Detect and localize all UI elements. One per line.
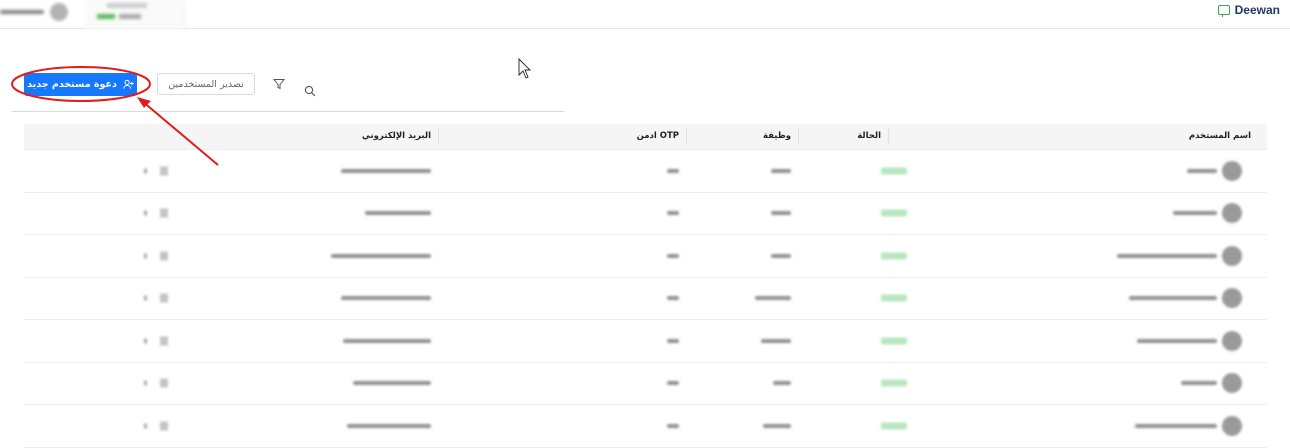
user-avatar (1222, 203, 1242, 224)
account-avatar (50, 3, 68, 21)
role-blurred (771, 253, 791, 258)
otp-admin-blurred (667, 211, 679, 216)
otp-admin-blurred (667, 296, 679, 301)
otp-admin-blurred (667, 253, 679, 258)
role-blurred (763, 423, 791, 428)
account-name-blurred (0, 10, 44, 14)
row-action-icon (144, 338, 147, 344)
search-icon[interactable] (304, 85, 316, 97)
role-blurred (761, 338, 791, 343)
table-header: اسم المستخدم الحالة وظيفة OTP ادمن البري… (24, 124, 1267, 150)
username-blurred (1129, 296, 1217, 301)
row-action-icon (160, 421, 168, 431)
otp-admin-blurred (667, 168, 679, 173)
table-body (24, 150, 1267, 448)
email-blurred (341, 296, 431, 301)
table-row[interactable] (24, 405, 1267, 448)
user-avatar (1222, 288, 1242, 309)
username-blurred (1117, 253, 1217, 258)
email-blurred (341, 168, 431, 173)
table-row[interactable] (24, 235, 1267, 278)
workspace-meta-blurred (119, 14, 141, 19)
status-badge (881, 422, 907, 430)
email-blurred (331, 253, 431, 258)
status-badge (881, 294, 907, 302)
users-table: اسم المستخدم الحالة وظيفة OTP ادمن البري… (24, 124, 1267, 448)
blurred-header-area (0, 0, 185, 29)
role-blurred (771, 168, 791, 173)
brand-name: Deewan (1234, 3, 1280, 17)
row-action-icon (160, 293, 168, 303)
column-header-otp-admin[interactable]: OTP ادمن (637, 129, 688, 143)
table-row[interactable] (24, 363, 1267, 405)
username-blurred (1135, 423, 1217, 428)
column-header-role[interactable]: وظيفة (763, 129, 800, 143)
filter-icon[interactable] (273, 78, 285, 90)
user-avatar (1222, 330, 1242, 351)
table-row[interactable] (24, 320, 1267, 363)
email-blurred (353, 381, 431, 386)
user-avatar (1222, 245, 1242, 266)
user-avatar (1222, 415, 1242, 436)
row-action-icon (160, 336, 168, 346)
role-blurred (771, 211, 791, 216)
row-action-icon (144, 253, 147, 259)
export-users-button[interactable]: تصدير المستخدمين (157, 73, 255, 95)
row-action-icon (144, 295, 147, 301)
user-add-icon (123, 79, 134, 89)
row-action-icon (160, 378, 168, 388)
chat-monitor-icon (1217, 5, 1230, 17)
username-blurred (1137, 338, 1217, 343)
otp-admin-blurred (667, 381, 679, 386)
row-action-icon (144, 210, 147, 216)
row-action-icon (160, 166, 168, 176)
status-badge (881, 252, 907, 260)
workspace-badge-blurred (97, 14, 115, 19)
account-menu[interactable] (0, 3, 70, 21)
otp-admin-blurred (667, 423, 679, 428)
top-bar: Deewan (0, 0, 1290, 29)
invite-user-label: دعوة مستخدم جديد (27, 79, 117, 90)
users-toolbar: دعوة مستخدم جديد تصدير المستخدمين (12, 68, 564, 112)
brand-logo[interactable]: Deewan (1217, 1, 1280, 19)
role-blurred (773, 381, 791, 386)
row-action-icon (144, 380, 147, 386)
status-badge (881, 209, 907, 217)
otp-admin-blurred (667, 338, 679, 343)
username-blurred (1181, 381, 1217, 386)
status-badge (881, 167, 907, 175)
column-header-username[interactable]: اسم المستخدم (1189, 131, 1251, 141)
user-avatar (1222, 373, 1242, 394)
email-blurred (343, 338, 431, 343)
row-action-icon (160, 251, 168, 261)
role-blurred (755, 296, 791, 301)
email-blurred (347, 423, 431, 428)
table-row[interactable] (24, 193, 1267, 235)
column-header-status[interactable]: الحالة (857, 129, 889, 143)
table-row[interactable] (24, 278, 1267, 320)
email-blurred (365, 211, 431, 216)
workspace-card[interactable] (85, 0, 185, 29)
row-action-icon (160, 208, 168, 218)
workspace-title-blurred (107, 3, 147, 8)
status-badge (881, 337, 907, 345)
status-badge (881, 379, 907, 387)
username-blurred (1187, 168, 1217, 173)
username-blurred (1173, 211, 1217, 216)
row-action-icon (144, 423, 147, 429)
invite-user-button[interactable]: دعوة مستخدم جديد (24, 73, 137, 96)
row-action-icon (144, 168, 147, 174)
column-header-email[interactable]: البريد الإلكتروني (362, 129, 440, 143)
user-avatar (1222, 160, 1242, 181)
table-row[interactable] (24, 150, 1267, 193)
